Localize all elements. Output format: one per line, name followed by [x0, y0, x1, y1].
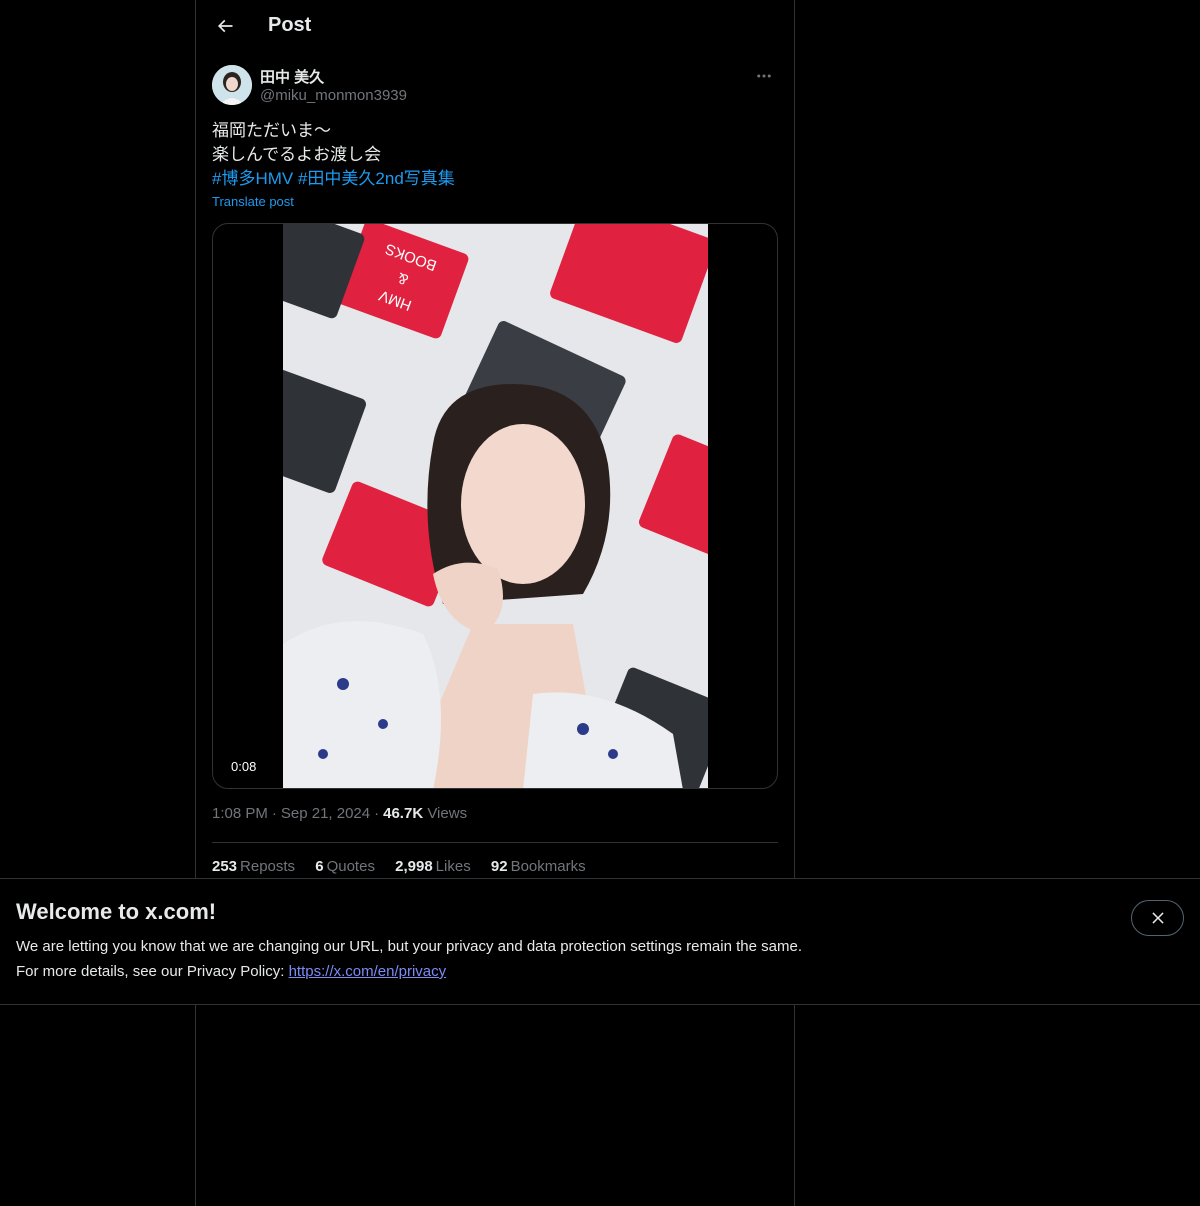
separator-dot: · — [271, 805, 277, 822]
banner-body: We are letting you know that we are chan… — [16, 934, 802, 984]
author-name[interactable]: 田中 美久 — [260, 66, 324, 87]
quotes-label: Quotes — [326, 858, 375, 875]
url-change-banner: Welcome to x.com! We are letting you kno… — [0, 878, 1200, 1005]
back-button[interactable] — [208, 9, 242, 43]
post-header: Post — [196, 0, 794, 53]
quotes-count: 6 — [315, 858, 324, 875]
video-duration: 0:08 — [225, 757, 263, 776]
hashtag-line: #博多HMV #田中美久2nd写真集 — [212, 167, 778, 191]
video-player[interactable]: HMV & BOOKS 0:08 — [212, 223, 778, 789]
arrow-left-icon — [217, 19, 233, 33]
banner-title: Welcome to x.com! — [16, 899, 217, 924]
more-options-button[interactable] — [750, 64, 778, 88]
video-still-image: HMV & BOOKS — [283, 224, 708, 788]
reposts-label: Reposts — [240, 858, 296, 875]
bookmarks-stat[interactable]: 92 Bookmarks — [491, 858, 586, 875]
engagement-stats: 253 Reposts 6 Quotes 2,998 Likes 92 Bookmark… — [212, 858, 602, 875]
page-title: Post — [268, 14, 312, 36]
avatar-image — [212, 65, 252, 105]
privacy-policy-link[interactable]: https://x.com/en/privacy — [289, 963, 447, 980]
translate-post-link[interactable]: Translate post — [212, 194, 294, 209]
banner-line-prefix: For more details, see our Privacy Policy… — [16, 963, 289, 980]
hashtag-link[interactable]: #田中美久2nd写真集 — [298, 169, 455, 188]
bookmarks-count: 92 — [490, 858, 508, 875]
views-label: Views — [427, 805, 468, 822]
likes-label: Likes — [435, 858, 471, 875]
reposts-stat[interactable]: 253 Reposts — [212, 858, 295, 875]
bookmarks-label: Bookmarks — [510, 858, 586, 875]
author-row: 田中 美久 @miku_monmon3939 — [212, 64, 778, 108]
close-banner-button[interactable] — [1131, 900, 1184, 936]
likes-count: 2,998 — [395, 858, 433, 875]
banner-line: For more details, see our Privacy Policy… — [16, 959, 802, 984]
more-icon — [757, 74, 771, 78]
hashtag-link[interactable]: #博多HMV — [212, 169, 293, 188]
divider — [212, 842, 778, 843]
views-count: 46.7K — [383, 805, 424, 822]
tweet-line: 福岡ただいま〜 — [212, 121, 331, 140]
post-time[interactable]: 1:08 PM — [212, 805, 268, 822]
post-meta: 1:08 PM · Sep 21, 2024 · 46.7K Views — [212, 805, 467, 822]
main-column: Post 田中 美久 @miku_monmon3939 福岡ただいま〜 楽しんで… — [195, 0, 795, 1206]
post-date[interactable]: Sep 21, 2024 — [281, 805, 370, 822]
quotes-stat[interactable]: 6 Quotes — [315, 858, 375, 875]
close-icon — [1151, 912, 1164, 924]
separator-dot: · — [374, 805, 380, 822]
reposts-count: 253 — [212, 858, 238, 875]
video-thumbnail: HMV & BOOKS — [283, 224, 708, 788]
avatar[interactable] — [212, 65, 252, 105]
likes-stat[interactable]: 2,998 Likes — [395, 858, 471, 875]
author-handle[interactable]: @miku_monmon3939 — [260, 87, 407, 104]
banner-line: We are letting you know that we are chan… — [16, 938, 802, 955]
tweet-line: 楽しんでるよお渡し会 — [212, 145, 382, 164]
tweet-text: 福岡ただいま〜 楽しんでるよお渡し会 #博多HMV #田中美久2nd写真集 — [212, 119, 778, 191]
